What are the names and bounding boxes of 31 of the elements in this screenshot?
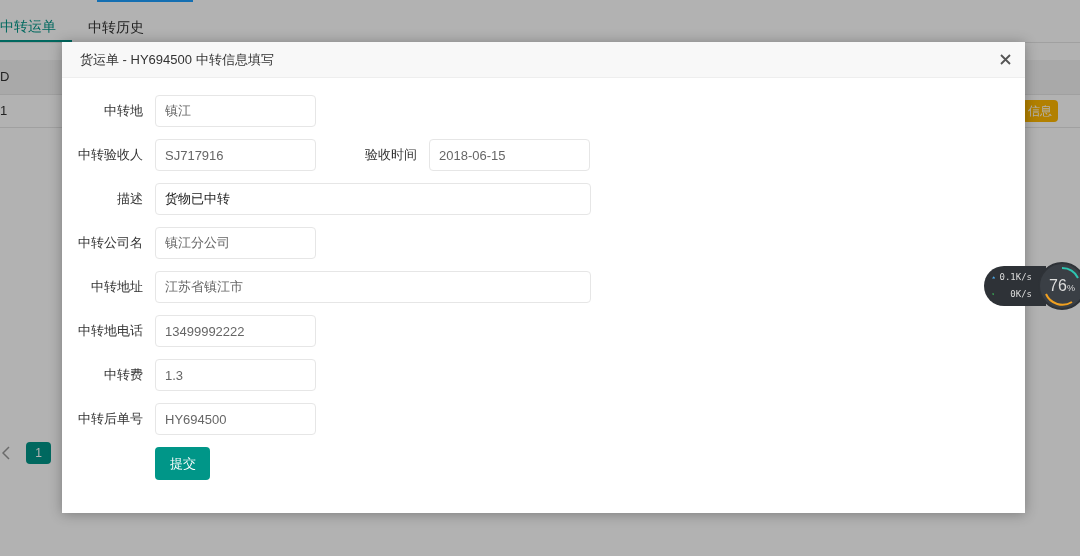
percent-sign: % — [1066, 283, 1075, 295]
text-field[interactable]: 江苏省镇江市 — [155, 271, 591, 303]
text-field[interactable]: 货物已中转 — [155, 183, 591, 215]
text-field[interactable]: HY694500 — [155, 403, 316, 435]
usage-percent: 76 — [1049, 276, 1067, 296]
text-field[interactable]: 13499992222 — [155, 315, 316, 347]
field-label: 中转地电话 — [78, 322, 143, 341]
download-speed: 0K/s — [1009, 287, 1032, 301]
text-field[interactable]: 1.3 — [155, 359, 316, 391]
field-label: 中转后单号 — [78, 410, 143, 429]
text-field[interactable]: 镇江分公司 — [155, 227, 316, 259]
previous-page-icon[interactable] — [2, 446, 10, 460]
column-header: D — [0, 68, 11, 87]
close-icon[interactable] — [1000, 54, 1011, 65]
field-label: 中转费 — [104, 366, 143, 385]
table-cell-text: 1 — [0, 102, 9, 121]
field-label: 描述 — [117, 190, 143, 209]
dialog-title: 货运单 - HY694500 中转信息填写 — [80, 50, 274, 69]
field-label: 中转验收人 — [78, 146, 143, 165]
upload-arrow-icon — [992, 274, 996, 281]
field-label: 中转地址 — [91, 278, 143, 297]
page-number[interactable]: 1 — [26, 442, 51, 464]
upload-speed: 0.1K/s — [999, 271, 1032, 284]
text-field[interactable]: SJ717916 — [155, 139, 316, 171]
text-field[interactable]: 2018-06-15 — [429, 139, 590, 171]
submit-button[interactable]: 提交 — [155, 447, 210, 480]
field-label: 验收时间 — [365, 146, 417, 165]
field-label: 中转地 — [104, 102, 143, 121]
field-label: 中转公司名 — [78, 234, 143, 253]
page-tab[interactable]: 中转历史 — [72, 12, 160, 42]
text-field[interactable]: 镇江 — [155, 95, 316, 127]
